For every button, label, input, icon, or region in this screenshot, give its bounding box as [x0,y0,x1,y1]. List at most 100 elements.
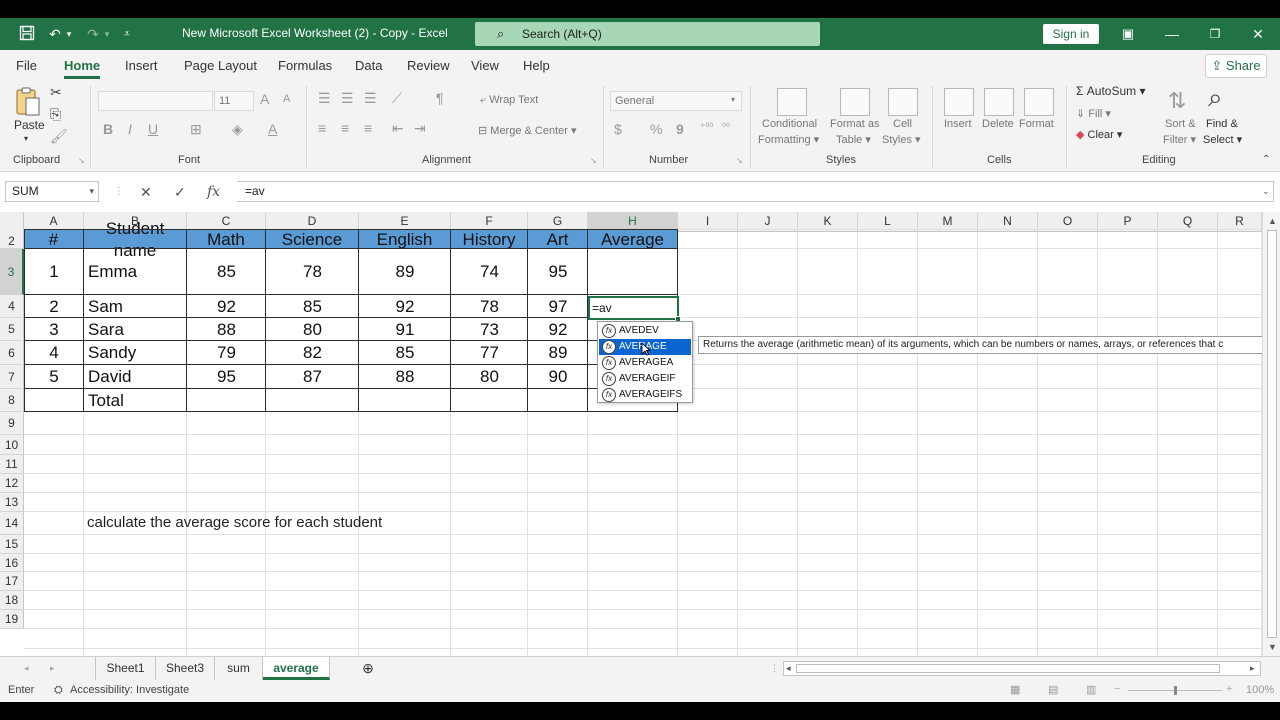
formula-input[interactable]: =av [237,181,1274,202]
active-cell-h3[interactable]: =av [588,296,679,320]
insert-function-icon[interactable]: fx [207,184,220,200]
table-cell[interactable]: 77 [451,341,528,365]
table-cell[interactable] [588,249,678,295]
row-header-15[interactable]: 15 [0,535,24,554]
table-cell[interactable]: 4 [24,341,84,365]
collapse-ribbon-icon[interactable]: ⌃ [1262,154,1270,165]
tab-review[interactable]: Review [407,58,450,73]
sign-in-button[interactable]: Sign in [1043,24,1099,44]
scroll-down-icon[interactable]: ▼ [1268,642,1277,652]
tab-insert[interactable]: Insert [125,58,158,73]
align-left-icon[interactable]: ≡ [318,120,326,136]
tab-view[interactable]: View [471,58,499,73]
italic-button[interactable]: I [128,121,132,137]
table-cell[interactable] [359,389,451,412]
customize-qat-icon[interactable]: ⩡ [118,25,136,43]
table-cell[interactable] [24,389,84,412]
zoom-out-icon[interactable]: − [1114,683,1120,695]
table-cell[interactable]: 97 [528,295,588,318]
restore-icon[interactable]: ❐ [1205,24,1225,44]
row-header-2[interactable]: 2 [0,230,24,249]
fill-color-icon[interactable]: ◈ [232,121,243,138]
autocomplete-item[interactable]: fx AVEDEV [599,323,691,339]
table-cell[interactable] [187,389,266,412]
new-sheet-icon[interactable]: ⊕ [355,657,381,680]
table-cell[interactable]: 91 [359,318,451,341]
grow-font-icon[interactable]: A [260,91,269,107]
row-header-12[interactable]: 12 [0,474,24,493]
copy-icon[interactable]: ⎘ [50,106,61,123]
zoom-level[interactable]: 100% [1246,684,1274,696]
undo-icon[interactable]: ↶ [46,25,64,43]
sheet-tab-average[interactable]: average [263,657,330,680]
table-cell[interactable]: 88 [359,365,451,389]
wrap-text-button[interactable]: ⤶ Wrap Text [480,94,538,107]
cut-icon[interactable]: ✂ [50,84,62,101]
table-cell[interactable]: 3 [24,318,84,341]
sheet-tab-sheet1[interactable]: Sheet1 [95,657,156,680]
increase-decimal-icon[interactable]: ⁺⁰⁰ [700,122,713,133]
next-sheet-icon[interactable]: ▸ [50,663,55,674]
page-layout-view-icon[interactable]: ▤ [1048,683,1058,696]
autocomplete-item[interactable]: fx AVERAGEIF [599,371,691,387]
number-format-box[interactable]: General ▾ [610,91,742,111]
undo-dropdown-icon[interactable]: ▾ [64,25,74,43]
tab-formulas[interactable]: Formulas [278,58,332,73]
scroll-up-icon[interactable]: ▲ [1268,216,1277,226]
accessibility-status[interactable]: Accessibility: Investigate [70,684,189,696]
decrease-decimal-icon[interactable]: ⁰⁰ [722,122,730,133]
select-all-corner[interactable] [0,212,24,232]
table-cell[interactable]: 82 [266,341,359,365]
decrease-indent-icon[interactable]: ⇤ [392,120,404,137]
table-cell[interactable]: 85 [359,341,451,365]
vertical-scrollbar[interactable]: ▲ ▼ [1262,212,1280,656]
rtl-icon[interactable]: ¶ [436,90,444,106]
top-align-icon[interactable]: ☰ [318,90,331,107]
row-header-7[interactable]: 7 [0,365,24,389]
sheet-tab-sum[interactable]: sum [215,657,263,680]
table-cell[interactable]: 87 [266,365,359,389]
row-header-4[interactable]: 4 [0,295,24,318]
table-cell[interactable]: 85 [266,295,359,318]
row-header-18[interactable]: 18 [0,591,24,610]
minimize-icon[interactable]: — [1162,24,1182,44]
close-icon[interactable]: ✕ [1248,24,1268,44]
middle-align-icon[interactable]: ☰ [341,90,354,107]
table-cell[interactable]: 89 [528,341,588,365]
table-cell[interactable]: 90 [528,365,588,389]
borders-icon[interactable]: ⊞ [190,121,202,138]
table-cell[interactable]: 78 [451,295,528,318]
autocomplete-item[interactable]: fx AVERAGEA [599,355,691,371]
enter-icon[interactable]: ✓ [174,184,186,201]
ribbon-display-options-icon[interactable]: ▣ [1118,24,1138,44]
align-right-icon[interactable]: ≡ [364,120,372,136]
tab-home[interactable]: Home [64,58,101,79]
search-box[interactable]: ⌕ Search (Alt+Q) [475,22,820,46]
zoom-in-icon[interactable]: + [1226,683,1232,695]
bold-button[interactable]: B [103,121,113,137]
tab-page-layout[interactable]: Page Layout [184,58,257,73]
format-painter-icon[interactable]: 🖌 [50,128,68,145]
table-cell[interactable]: 73 [451,318,528,341]
table-cell[interactable]: 88 [187,318,266,341]
table-cell[interactable]: 80 [266,318,359,341]
name-box[interactable]: SUM ▾ [5,181,99,202]
number-launcher-icon[interactable]: ↘ [736,156,743,165]
table-cell[interactable]: 79 [187,341,266,365]
vertical-scroll-thumb[interactable] [1267,230,1277,638]
horizontal-scrollbar[interactable]: ◂ ▸ [783,661,1261,676]
redo-icon[interactable]: ↷ [84,25,102,43]
font-size-box[interactable]: 11 [214,91,254,111]
align-center-icon[interactable]: ≡ [341,120,349,136]
table-cell[interactable]: 74 [451,249,528,295]
share-button[interactable]: ⇪ Share [1205,54,1267,78]
row-header-19[interactable]: 19 [0,610,24,629]
table-cell[interactable]: 78 [266,249,359,295]
bottom-align-icon[interactable]: ☰ [364,90,377,107]
row-header-11[interactable]: 11 [0,455,24,474]
row-header-16[interactable]: 16 [0,554,24,572]
cancel-icon[interactable]: ✕ [140,184,152,201]
table-cell[interactable]: 5 [24,365,84,389]
row-header-10[interactable]: 10 [0,435,24,455]
increase-indent-icon[interactable]: ⇥ [414,120,426,137]
